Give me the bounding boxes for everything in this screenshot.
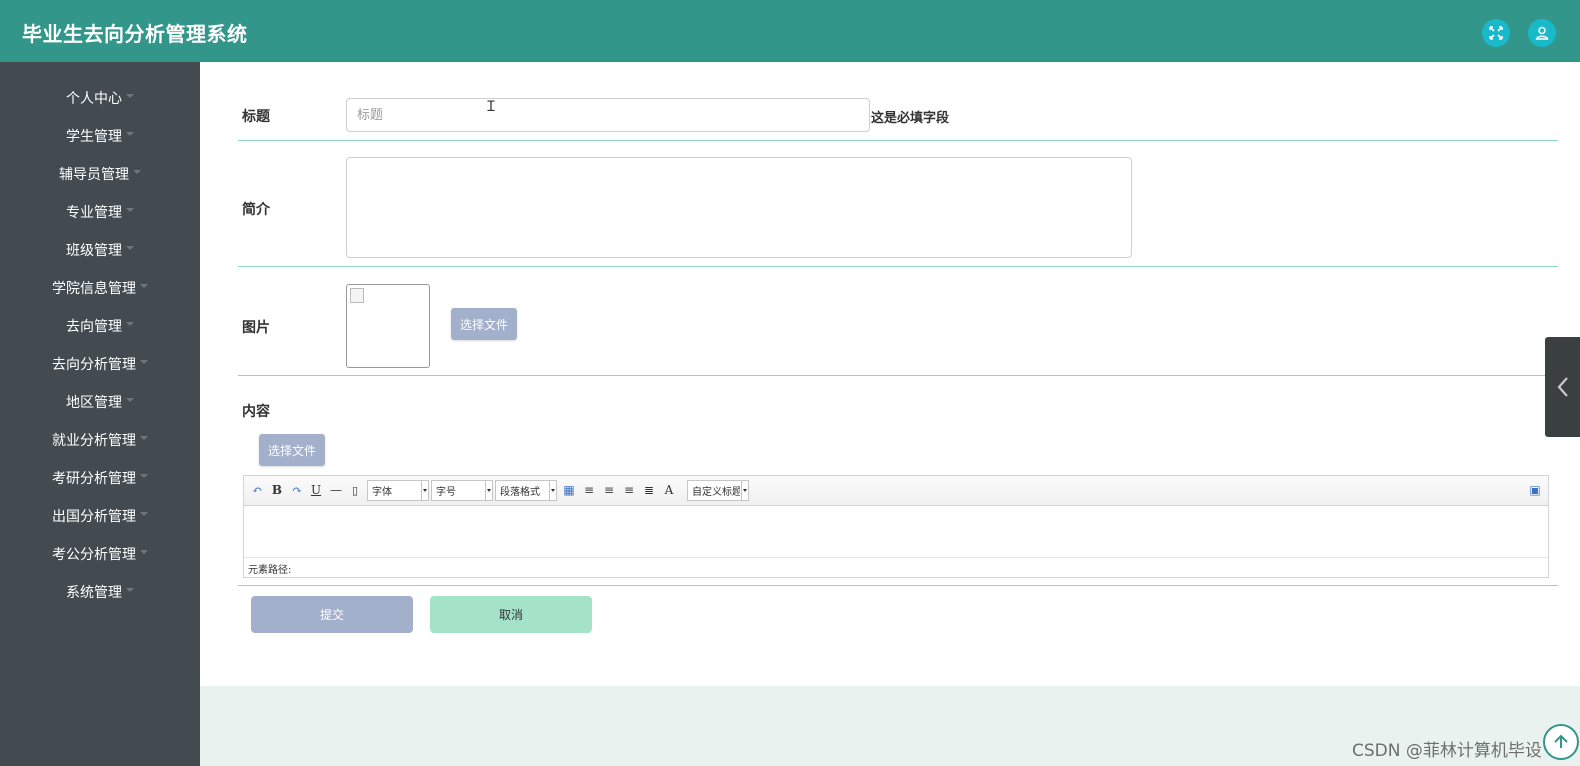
paragraph-format-value: 段落格式 — [500, 487, 540, 498]
font-size-value: 字号 — [436, 487, 456, 498]
sidebar-item-abroad-analysis[interactable]: 出国分析管理 — [0, 497, 200, 535]
divider — [238, 375, 1558, 376]
content-choose-file-button[interactable]: 选择文件 — [259, 434, 326, 466]
sidebar-item-destination-analysis[interactable]: 去向分析管理 — [0, 345, 200, 383]
user-icon — [1535, 26, 1549, 40]
app-header: 毕业生去向分析管理系统 — [0, 0, 1580, 62]
bold-icon[interactable]: B — [269, 482, 285, 498]
font-color-icon[interactable]: A — [661, 482, 677, 498]
image-preview — [346, 284, 430, 368]
chevron-down-icon — [126, 322, 134, 326]
sidebar-item-label: 系统管理 — [66, 585, 122, 601]
submit-button[interactable]: 提交 — [251, 596, 413, 633]
chevron-left-icon — [1557, 377, 1568, 397]
intro-textarea[interactable] — [346, 157, 1132, 258]
sidebar-item-classes[interactable]: 班级管理 — [0, 231, 200, 269]
divider — [238, 585, 1558, 586]
sidebar-item-destinations[interactable]: 去向管理 — [0, 307, 200, 345]
rich-text-editor: ↶ B ↷ U — ▯ 字体 字号 段落格式 ▦ ≡ ≡ ≡ ≣ A 自定义标题… — [243, 475, 1549, 578]
sidebar-item-label: 专业管理 — [66, 205, 122, 221]
sidebar-item-college-info[interactable]: 学院信息管理 — [0, 269, 200, 307]
scroll-to-top-button[interactable] — [1543, 724, 1579, 760]
chevron-down-icon — [133, 170, 141, 174]
content-label: 内容 — [242, 404, 270, 420]
horizontal-rule-icon[interactable]: — — [328, 482, 344, 498]
sidebar-item-counselors[interactable]: 辅导员管理 — [0, 155, 200, 193]
text-cursor-icon: Ｉ — [484, 99, 498, 115]
font-family-value: 字体 — [372, 487, 392, 498]
font-family-select[interactable]: 字体 — [367, 480, 429, 501]
side-panel-toggle[interactable] — [1545, 337, 1580, 437]
sidebar-item-label: 就业分析管理 — [52, 433, 136, 449]
fullscreen-button[interactable] — [1482, 19, 1510, 47]
chevron-down-icon — [126, 246, 134, 250]
sidebar-item-label: 个人中心 — [66, 91, 122, 107]
editor-toolbar: ↶ B ↷ U — ▯ 字体 字号 段落格式 ▦ ≡ ≡ ≡ ≣ A 自定义标题… — [244, 476, 1548, 506]
align-left-icon[interactable]: ≡ — [581, 482, 597, 498]
title-input[interactable] — [346, 98, 870, 132]
chevron-down-icon — [126, 94, 134, 98]
align-right-icon[interactable]: ≡ — [601, 482, 617, 498]
chevron-down-icon — [140, 436, 148, 440]
chevron-down-icon — [140, 512, 148, 516]
chevron-down-icon — [140, 360, 148, 364]
arrow-up-icon — [1554, 734, 1568, 748]
broken-image-icon — [350, 288, 364, 303]
chevron-down-icon — [126, 398, 134, 402]
sidebar-item-label: 出国分析管理 — [52, 509, 136, 525]
chevron-down-icon — [140, 550, 148, 554]
sidebar-item-label: 去向管理 — [66, 319, 122, 335]
sidebar-item-label: 考研分析管理 — [52, 471, 136, 487]
watermark: CSDN @菲林计算机毕设 — [1352, 741, 1542, 761]
sidebar: 个人中心 学生管理 辅导员管理 专业管理 班级管理 学院信息管理 去向管理 去向… — [0, 62, 200, 766]
chevron-down-icon — [140, 474, 148, 478]
custom-title-select[interactable]: 自定义标题 — [687, 480, 749, 501]
fullscreen-icon — [1489, 26, 1503, 40]
app-title: 毕业生去向分析管理系统 — [22, 22, 248, 46]
image-choose-file-button[interactable]: 选择文件 — [451, 308, 518, 340]
undo-icon[interactable]: ↶ — [249, 482, 265, 498]
sidebar-item-students[interactable]: 学生管理 — [0, 117, 200, 155]
chevron-down-icon — [126, 588, 134, 592]
sidebar-item-label: 学院信息管理 — [52, 281, 136, 297]
font-size-select[interactable]: 字号 — [431, 480, 493, 501]
divider — [238, 266, 1558, 267]
cancel-button[interactable]: 取消 — [430, 596, 592, 633]
sidebar-item-postgrad-analysis[interactable]: 考研分析管理 — [0, 459, 200, 497]
fullscreen-editor-icon[interactable]: ▣ — [1527, 482, 1543, 498]
sidebar-item-civil-service-analysis[interactable]: 考公分析管理 — [0, 535, 200, 573]
chevron-down-icon — [126, 132, 134, 136]
sidebar-item-label: 地区管理 — [66, 395, 122, 411]
paragraph-format-select[interactable]: 段落格式 — [495, 480, 557, 501]
sidebar-item-label: 学生管理 — [66, 129, 122, 145]
sidebar-item-employment-analysis[interactable]: 就业分析管理 — [0, 421, 200, 459]
title-label: 标题 — [242, 109, 270, 125]
sidebar-item-label: 去向分析管理 — [52, 357, 136, 373]
required-note: 这是必填字段 — [871, 111, 950, 126]
editor-body[interactable] — [244, 507, 1548, 559]
image-label: 图片 — [242, 320, 270, 336]
underline-icon[interactable]: U — [308, 482, 324, 498]
element-path: 元素路径: — [244, 557, 1548, 577]
chevron-down-icon — [140, 284, 148, 288]
table-icon[interactable]: ▦ — [561, 482, 577, 498]
divider — [238, 140, 1558, 141]
chevron-down-icon — [126, 208, 134, 212]
sidebar-item-personal-center[interactable]: 个人中心 — [0, 79, 200, 117]
align-center-icon[interactable]: ≡ — [621, 482, 637, 498]
intro-label: 简介 — [242, 202, 270, 218]
sidebar-item-majors[interactable]: 专业管理 — [0, 193, 200, 231]
sidebar-item-system[interactable]: 系统管理 — [0, 573, 200, 611]
redo-icon[interactable]: ↷ — [289, 482, 305, 498]
custom-title-value: 自定义标题 — [692, 487, 740, 498]
sidebar-item-label: 辅导员管理 — [59, 167, 129, 183]
page-icon[interactable]: ▯ — [347, 482, 363, 498]
sidebar-item-label: 考公分析管理 — [52, 547, 136, 563]
sidebar-item-regions[interactable]: 地区管理 — [0, 383, 200, 421]
sidebar-item-label: 班级管理 — [66, 243, 122, 259]
user-button[interactable] — [1528, 19, 1556, 47]
align-justify-icon[interactable]: ≣ — [641, 482, 657, 498]
